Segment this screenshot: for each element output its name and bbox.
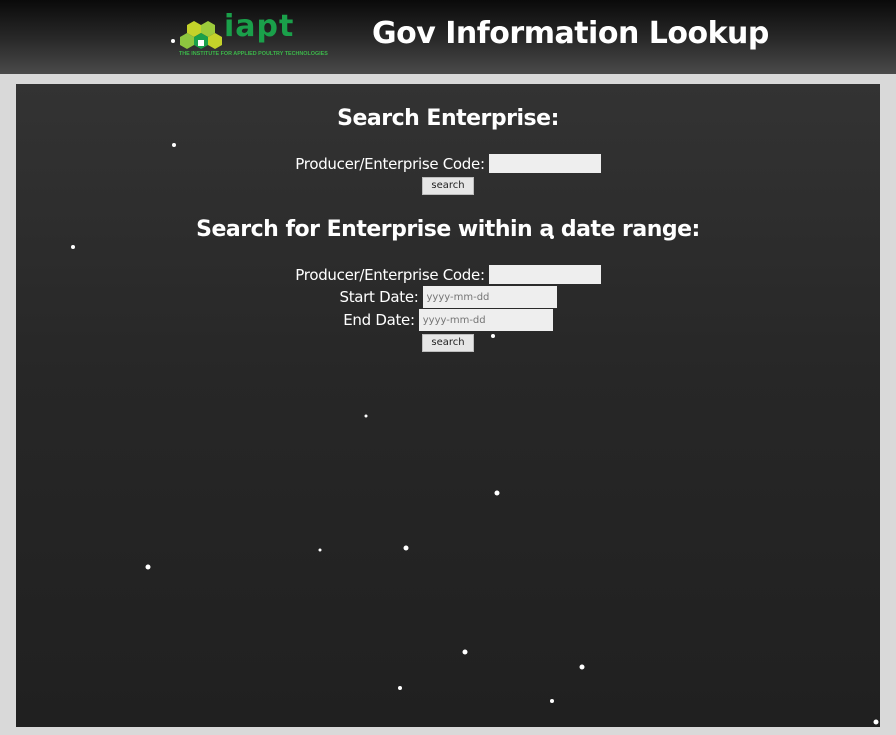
end-date-input[interactable] (418, 309, 553, 331)
search-enterprise-heading: Search Enterprise: (337, 106, 559, 131)
start-date-row: Start Date: (16, 286, 880, 308)
end-date-row: End Date: (16, 309, 880, 331)
search-enterprise-button[interactable]: search (422, 177, 474, 195)
enterprise-code-input[interactable] (488, 154, 601, 173)
page-title: Gov Information Lookup (372, 16, 769, 51)
search-range-heading: Search for Enterprise within a date rang… (196, 217, 700, 242)
end-date-label: End Date: (343, 311, 415, 329)
range-code-input[interactable] (488, 265, 601, 284)
enterprise-code-label: Producer/Enterprise Code: (295, 154, 485, 173)
start-date-label: Start Date: (339, 288, 419, 306)
start-date-input[interactable] (422, 286, 557, 308)
hexagon-logo-icon (171, 21, 222, 49)
search-range-button[interactable]: search (422, 334, 474, 352)
range-code-row: Producer/Enterprise Code: (16, 265, 880, 284)
range-code-label: Producer/Enterprise Code: (295, 265, 485, 284)
logo-tagline: THE INSTITUTE FOR APPLIED POULTRY TECHNO… (179, 51, 328, 57)
logo-wordmark: iapt (224, 9, 295, 44)
iapt-logo[interactable]: iapt THE INSTITUTE FOR APPLIED POULTRY T… (168, 9, 340, 60)
enterprise-code-row: Producer/Enterprise Code: (16, 154, 880, 173)
site-header: iapt THE INSTITUTE FOR APPLIED POULTRY T… (0, 0, 896, 74)
